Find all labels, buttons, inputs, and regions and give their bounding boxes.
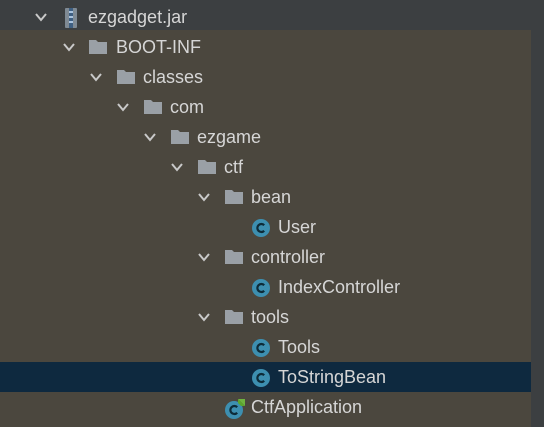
folder-icon	[224, 248, 244, 266]
tree-item-label: controller	[251, 247, 326, 267]
chevron-down-icon[interactable]	[170, 160, 184, 174]
chevron-down-icon[interactable]	[89, 70, 103, 84]
tree-item-bean[interactable]: bean	[0, 182, 531, 212]
tree-item-label: ezgadget.jar	[88, 7, 188, 27]
tree-item-ezgadget-jar[interactable]: ezgadget.jar	[0, 2, 531, 32]
folder-icon	[170, 128, 190, 146]
tree-item-label: tools	[251, 307, 290, 327]
tree-item-ezgame[interactable]: ezgame	[0, 122, 531, 152]
tree-item-label: bean	[251, 187, 292, 207]
tree-item-com[interactable]: com	[0, 92, 531, 122]
chevron-down-icon[interactable]	[62, 40, 76, 54]
tree-item-tools-class[interactable]: Tools	[0, 332, 531, 362]
folder-icon	[224, 308, 244, 326]
folder-icon	[197, 158, 217, 176]
scrollbar-track[interactable]	[531, 0, 544, 427]
folder-icon	[224, 188, 244, 206]
chevron-down-icon[interactable]	[116, 100, 130, 114]
tree-item-classes[interactable]: classes	[0, 62, 531, 92]
tree-item-ctfapplication[interactable]: CtfApplication	[0, 392, 531, 422]
java-class-icon	[251, 338, 271, 357]
tree-item-label: com	[170, 97, 205, 117]
java-class-icon	[251, 368, 271, 387]
folder-icon	[116, 68, 136, 86]
chevron-down-icon[interactable]	[197, 250, 211, 264]
folder-icon	[88, 38, 108, 56]
tree-item-label: classes	[143, 67, 204, 87]
spring-boot-class-icon	[224, 398, 245, 419]
tree-item-label: Tools	[278, 337, 321, 357]
chevron-down-icon[interactable]	[197, 190, 211, 204]
chevron-down-icon[interactable]	[197, 310, 211, 324]
tree-item-boot-inf[interactable]: BOOT-INF	[0, 32, 531, 62]
folder-icon	[143, 98, 163, 116]
tree-item-tools[interactable]: tools	[0, 302, 531, 332]
tree-item-label: CtfApplication	[251, 397, 363, 417]
tree-item-user[interactable]: User	[0, 212, 531, 242]
tree-item-tostringbean[interactable]: ToStringBean	[0, 362, 531, 392]
tree-item-label: User	[278, 217, 317, 237]
java-class-icon	[251, 278, 271, 297]
tree-item-indexcontroller[interactable]: IndexController	[0, 272, 531, 302]
java-class-icon	[251, 218, 271, 237]
tree-item-label: ToStringBean	[278, 367, 387, 387]
tree-item-label: ctf	[224, 157, 244, 177]
chevron-down-icon[interactable]	[34, 10, 48, 24]
tree-item-ctf[interactable]: ctf	[0, 152, 531, 182]
tree-item-label: IndexController	[278, 277, 401, 297]
tree-item-controller[interactable]: controller	[0, 242, 531, 272]
jar-archive-icon	[62, 8, 82, 28]
tree-item-label: BOOT-INF	[116, 37, 201, 57]
tree-item-label: ezgame	[197, 127, 262, 147]
chevron-down-icon[interactable]	[143, 130, 157, 144]
